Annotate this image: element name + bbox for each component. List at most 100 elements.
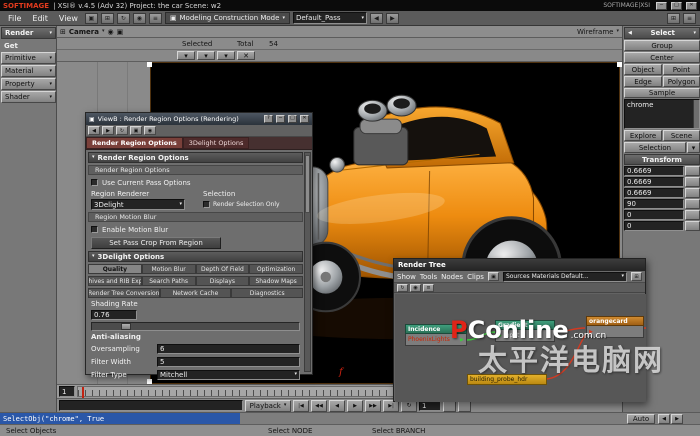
dialog-close-button[interactable]: ✕ <box>300 115 309 123</box>
transform-axis-button[interactable] <box>685 188 700 198</box>
mini-close-button[interactable]: ✕ <box>237 51 255 60</box>
timeline-start-field[interactable]: 1 <box>59 386 75 397</box>
selection-options-button[interactable]: ▾ <box>687 142 700 153</box>
shading-rate-field[interactable]: 0.76 <box>91 310 137 320</box>
subtab-displays[interactable]: Displays <box>196 276 250 286</box>
playback-button[interactable]: Playback ▾ <box>245 400 291 412</box>
node-graph-canvas[interactable]: Incidence PhoenixLights ▶ Gradient ▶ Inp… <box>395 294 646 402</box>
mini-dropdown[interactable]: ▾ <box>177 51 195 60</box>
scrollbar[interactable] <box>693 100 699 128</box>
filter-object-button[interactable]: Object <box>624 64 662 75</box>
render-selection-only-checkbox[interactable] <box>203 201 210 208</box>
subtab-depth-of-field[interactable]: Depth Of Field <box>196 264 250 274</box>
subtab-network-cache[interactable]: Network Cache <box>160 288 232 298</box>
group-button[interactable]: Group <box>624 40 700 51</box>
transform-axis-button[interactable] <box>685 210 700 220</box>
grid-icon[interactable]: ⊞ <box>631 272 642 281</box>
tab-render-region-options[interactable]: Render Region Options <box>86 137 183 149</box>
transform-value-field[interactable]: 0 <box>624 210 684 220</box>
menu-file[interactable]: File <box>4 14 25 23</box>
subtab-search-paths[interactable]: Search Paths <box>142 276 196 286</box>
subtab-render-tree-conversion[interactable]: Render Tree Conversion <box>88 288 160 298</box>
region-handle[interactable] <box>147 62 152 67</box>
lock-icon[interactable]: ▣ <box>130 126 142 135</box>
select-panel-header[interactable]: ◀ Select ▾ <box>624 27 700 39</box>
eye-icon[interactable]: ◉ <box>107 28 113 36</box>
center-button[interactable]: Center <box>624 52 700 63</box>
transform-axis-button[interactable] <box>685 166 700 176</box>
menu-edit[interactable]: Edit <box>28 14 52 23</box>
zoom-icon[interactable]: ◉ <box>410 284 421 292</box>
node-incidence[interactable]: Incidence PhoenixLights ▶ <box>405 324 467 346</box>
transform-axis-button[interactable] <box>685 221 700 231</box>
get-property-button[interactable]: Property ▾ <box>1 78 56 90</box>
refresh-icon[interactable]: ↻ <box>397 284 408 292</box>
slider-handle[interactable] <box>121 323 131 330</box>
dialog-scrollbar[interactable] <box>304 152 311 372</box>
go-to-start-button[interactable]: |◀ <box>293 400 309 412</box>
scroll-right-button[interactable]: ▶ <box>671 414 683 424</box>
camera-icon[interactable]: ▣ <box>117 28 124 36</box>
toolbar-mode-selector[interactable]: Render ▾ <box>1 27 56 39</box>
subtab-optimization[interactable]: Optimization <box>249 264 303 274</box>
group-region-motion-blur[interactable]: Region Motion Blur <box>88 212 303 222</box>
selection-list-box[interactable]: chrome <box>624 99 700 129</box>
mini-dropdown[interactable]: ▾ <box>217 51 235 60</box>
node-gradient[interactable]: Gradient ▶ Input <box>495 320 555 342</box>
construction-mode-dropdown[interactable]: ▣ Modeling Construction Mode ▾ <box>165 12 290 24</box>
fast-forward-button[interactable]: ▶▶ <box>365 400 381 412</box>
fast-rewind-button[interactable]: ◀◀ <box>311 400 327 412</box>
render-tree-menu-nodes[interactable]: Nodes <box>441 273 463 281</box>
minimize-button[interactable]: ─ <box>656 2 667 10</box>
node-orangecard[interactable]: orangecard ▶ <box>586 316 644 338</box>
menubar-tool-icon[interactable]: ≡ <box>149 13 162 24</box>
explore-button[interactable]: Explore <box>624 130 662 141</box>
dialog-title-bar[interactable]: ▣ ViewB : Render Region Options (Renderi… <box>86 113 312 125</box>
menubar-tool-icon[interactable]: ◉ <box>133 13 146 24</box>
nav-back-icon[interactable]: ◀ <box>88 126 100 135</box>
transform-value-field[interactable]: 0.6669 <box>624 166 684 176</box>
transform-value-field[interactable]: 90 <box>624 199 684 209</box>
keyframe-icon[interactable]: ◉ <box>144 126 156 135</box>
menubar-tool-icon[interactable]: ↻ <box>117 13 130 24</box>
render-tree-menu-clips[interactable]: Clips <box>467 273 484 281</box>
get-shader-button[interactable]: Shader ▾ <box>1 91 56 103</box>
get-primitive-button[interactable]: Primitive ▾ <box>1 52 56 64</box>
group-render-region-options[interactable]: Render Region Options <box>88 165 303 175</box>
subtab-motion-blur[interactable]: Motion Blur <box>142 264 196 274</box>
scrollbar-thumb[interactable] <box>305 155 310 213</box>
menu-icon[interactable]: ≡ <box>423 284 434 292</box>
shading-rate-slider[interactable] <box>91 322 300 331</box>
menubar-tool-icon[interactable]: ◀ <box>370 13 383 24</box>
set-pass-crop-button[interactable]: Set Pass Crop From Region <box>91 237 221 249</box>
transform-value-field[interactable]: 0.6669 <box>624 177 684 187</box>
nav-forward-icon[interactable]: ▶ <box>102 126 114 135</box>
transform-panel-header[interactable]: Transform <box>624 154 700 165</box>
transform-value-field[interactable]: 0 <box>624 221 684 231</box>
render-tree-title-bar[interactable]: Render Tree <box>394 259 645 271</box>
menubar-tool-icon[interactable]: ▣ <box>85 13 98 24</box>
playhead[interactable] <box>82 387 84 398</box>
render-tree-menu-show[interactable]: Show <box>397 273 416 281</box>
subtab-quality[interactable]: Quality <box>88 264 142 274</box>
section-3delight-options[interactable]: ▾ 3Delight Options <box>88 251 303 262</box>
section-render-region-options[interactable]: ▾ Render Region Options <box>88 152 303 163</box>
region-renderer-dropdown[interactable]: 3Delight ▾ <box>91 199 185 210</box>
subtab-shadow-maps[interactable]: Shadow Maps <box>249 276 303 286</box>
transform-axis-button[interactable] <box>685 177 700 187</box>
oversampling-field[interactable]: 6 <box>157 344 300 354</box>
use-current-pass-checkbox[interactable] <box>91 179 98 186</box>
scroll-left-button[interactable]: ◀ <box>658 414 670 424</box>
refresh-icon[interactable]: ↻ <box>116 126 128 135</box>
enable-motion-blur-checkbox[interactable] <box>91 226 98 233</box>
menubar-tool-icon[interactable]: ≡ <box>683 13 696 24</box>
transform-axis-button[interactable] <box>685 199 700 209</box>
shading-mode-label[interactable]: Wireframe <box>577 28 614 36</box>
tab-3delight-options[interactable]: 3Delight Options <box>183 137 250 149</box>
transform-value-field[interactable]: 0.6669 <box>624 188 684 198</box>
node-image-clip[interactable]: building_probe_hdr <box>467 374 547 385</box>
filter-polygon-button[interactable]: Polygon <box>663 76 700 87</box>
subtab-diagnostics[interactable]: Diagnostics <box>231 288 303 298</box>
step-back-button[interactable]: ◀ <box>329 400 345 412</box>
filter-point-button[interactable]: Point <box>663 64 700 75</box>
